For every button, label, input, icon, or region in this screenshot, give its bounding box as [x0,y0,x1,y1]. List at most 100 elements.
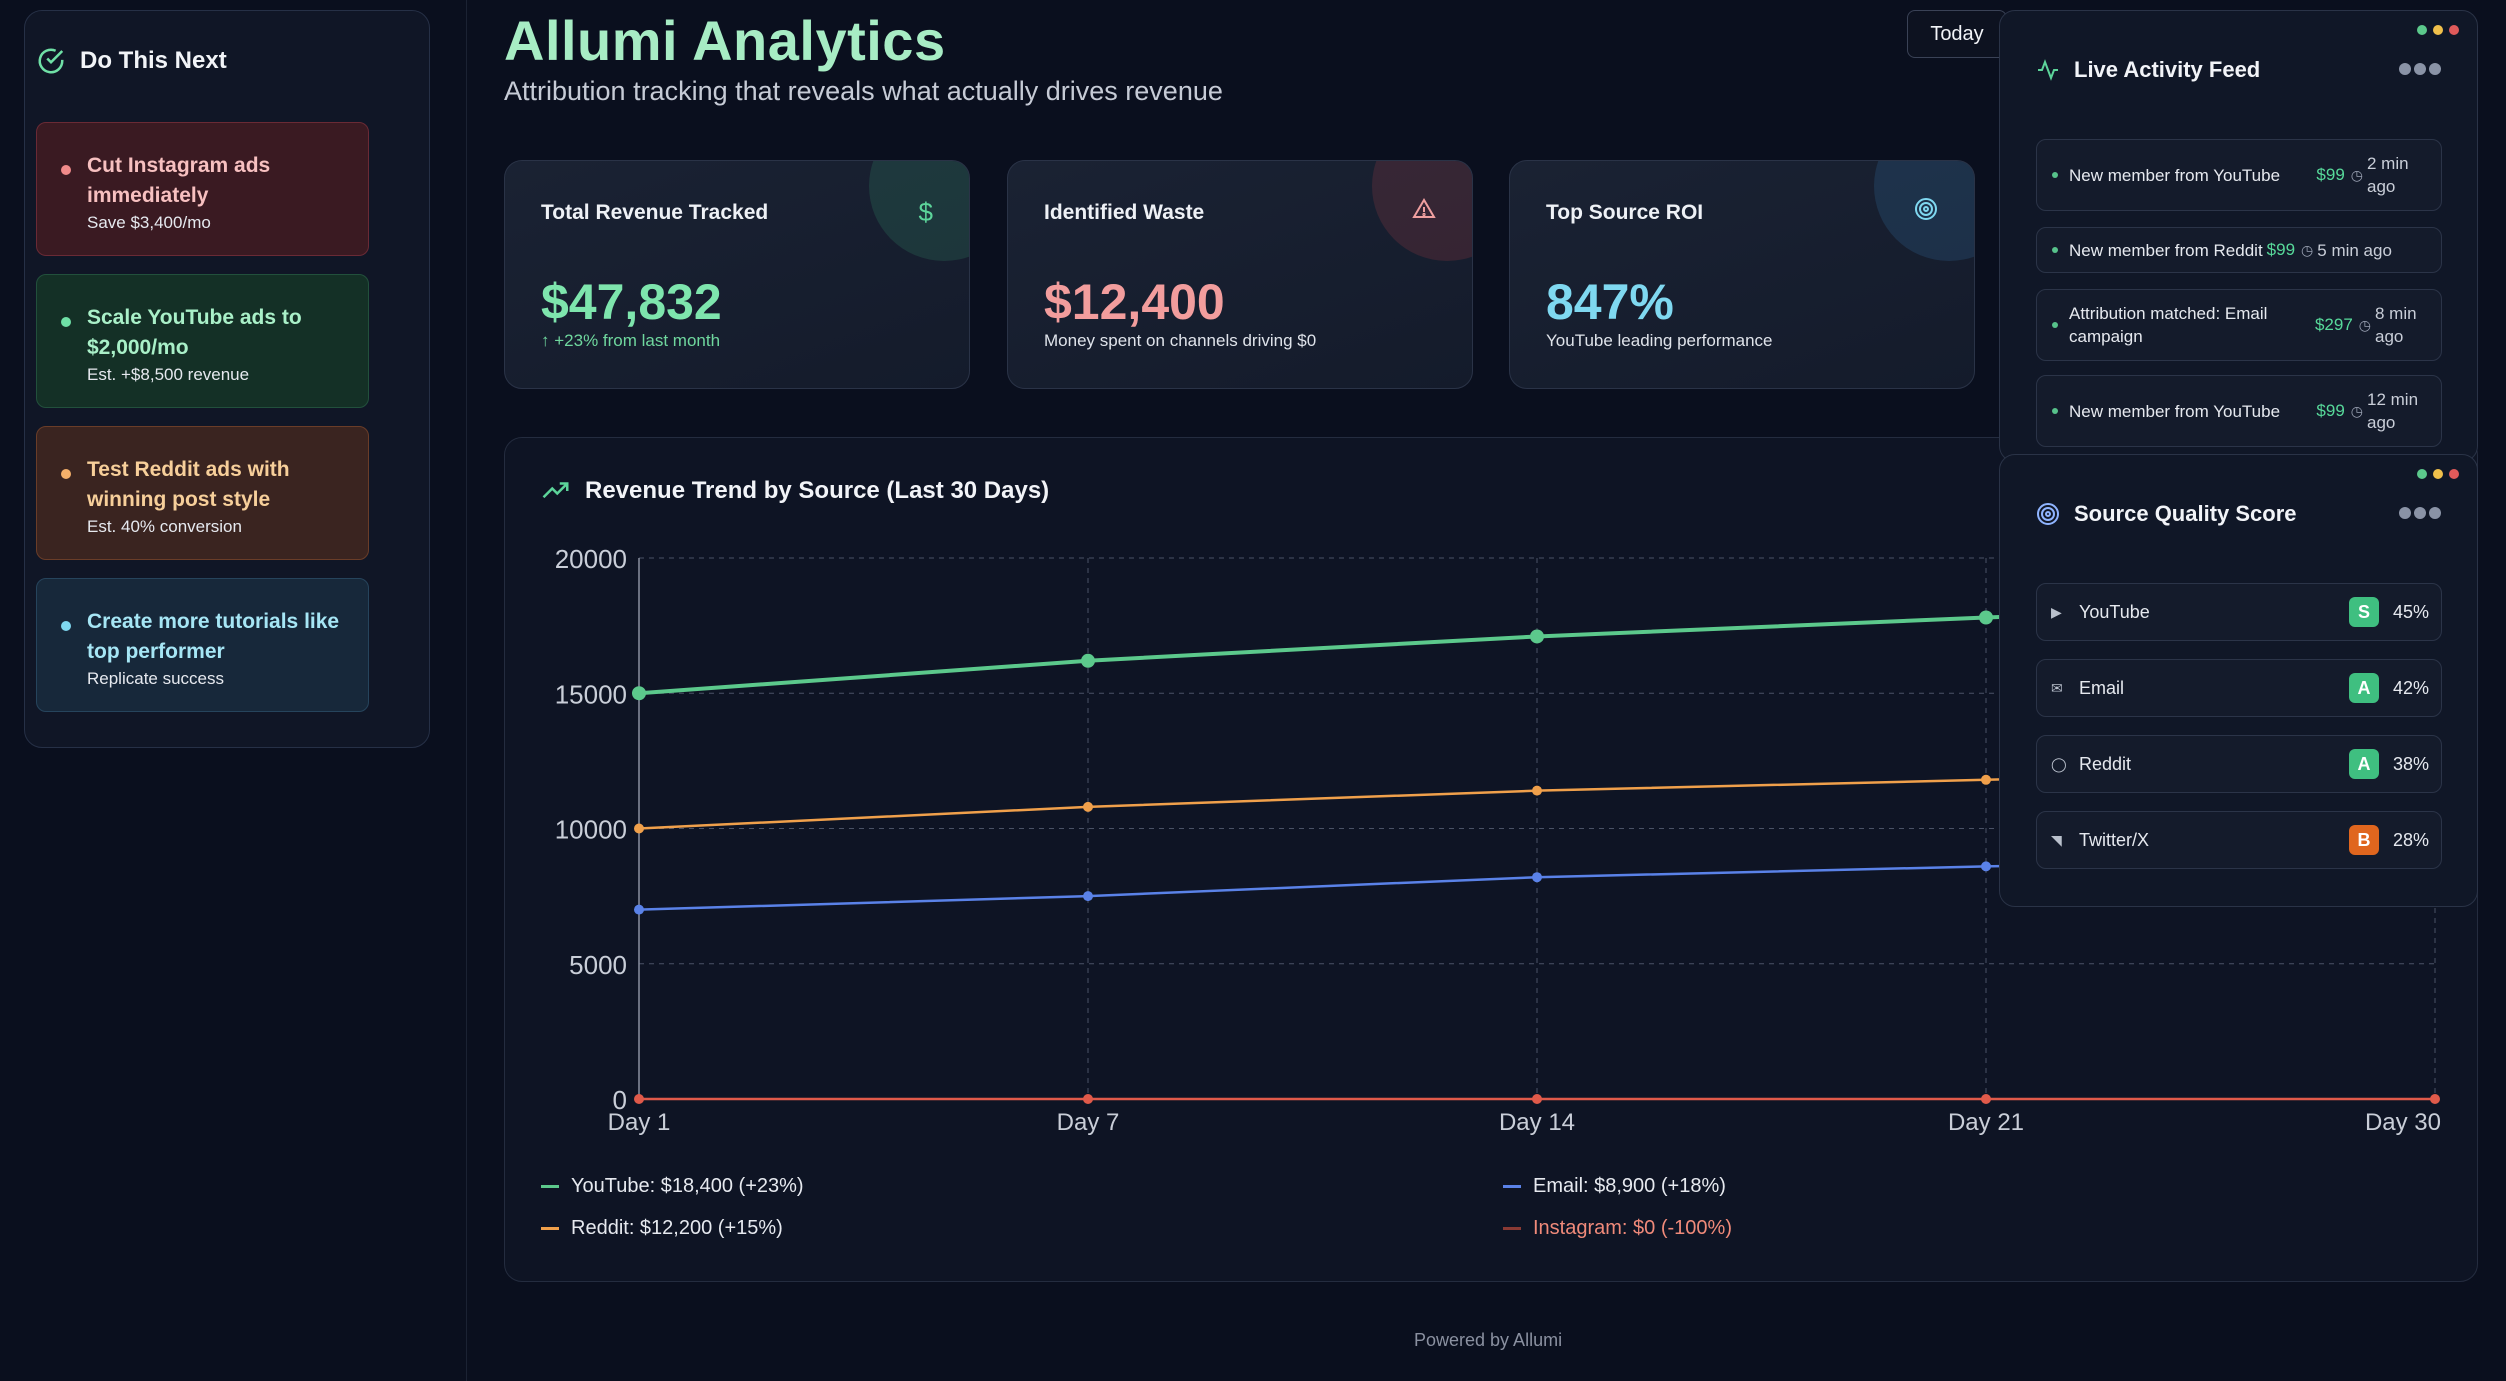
quality-percent: 28% [2392,829,2429,850]
status-dot [61,469,71,479]
footer-powered-by: Powered by Allumi [1414,1330,1563,1350]
x-tick-label: Day 14 [1499,1109,1575,1136]
legend-reddit[interactable]: Reddit: $12,200 (+15%) [541,1217,783,1240]
quality-percent: 42% [2392,677,2429,698]
next-item-scale-youtube[interactable]: Scale YouTube ads to $2,000/mo Est. +$8,… [36,274,369,408]
feed-time: 8 min ago [2375,304,2417,346]
kpi-value: $47,832 [541,274,722,330]
legend-label: Email: $8,900 (+18%) [1533,1175,1726,1197]
feed-item[interactable]: New member from YouTube $99 ◷ 2 min ago [2036,139,2442,211]
green-dot [2417,25,2427,35]
quality-item-twitter[interactable]: ◥ Twitter/X B 28% [2036,811,2442,869]
warning-icon [1412,197,1436,228]
clock-icon: ◷ [2350,402,2363,419]
more-options-icon[interactable] [2399,63,2441,75]
kpi-sub: ↑ +23% from last month [541,331,720,351]
feed-title-text: Live Activity Feed [2074,57,2261,82]
data-point-email [1981,861,1991,872]
feed-item[interactable]: New member from YouTube $99 ◷ 12 min ago [2036,375,2442,447]
legend-instagram[interactable]: Instagram: $0 (-100%) [1503,1217,1732,1240]
next-item-title: Cut Instagram ads immediately [87,154,271,207]
source-name: Twitter/X [2079,829,2150,850]
status-dot [2052,408,2058,414]
x-tick-label: Day 30 [2365,1109,2441,1136]
feed-message: New member from YouTube [2069,401,2281,421]
quality-item-reddit[interactable]: ◯ Reddit A 38% [2036,735,2442,793]
x-tick-label: Day 21 [1948,1109,2024,1136]
quality-percent: 45% [2392,601,2429,622]
next-item-title: Scale YouTube ads to $2,000/mo [87,306,302,359]
more-options-icon[interactable] [2399,507,2441,519]
data-point-youtube [1081,653,1095,668]
quality-item-email[interactable]: ✉ Email A 42% [2036,659,2442,717]
legend-swatch [541,1185,559,1188]
legend-swatch [541,1227,559,1230]
clock-icon: ◷ [2350,166,2363,183]
source-name: Reddit [2079,753,2132,774]
next-item-title: Test Reddit ads with winning post style [87,458,290,511]
legend-label: YouTube: $18,400 (+23%) [571,1175,804,1197]
twitter-icon: ◥ [2051,831,2062,848]
data-point-email [1532,872,1542,883]
grade-badge: B [2348,825,2379,855]
page-title: Allumi Analytics [504,9,946,72]
data-point-instagram [1981,1094,1991,1104]
feed-time: 12 min ago [2367,390,2419,432]
status-dot [61,317,71,327]
next-item-sub: Replicate success [87,669,225,688]
feed-item[interactable]: New member from Reddit $99 ◷ 5 min ago [2036,227,2442,273]
kpi-sub: YouTube leading performance [1546,331,1773,350]
status-dot [2052,322,2058,328]
feed-amount: $99 [2316,165,2345,184]
kpi-label: Identified Waste [1044,201,1205,224]
x-tick-label: Day 7 [1057,1109,1120,1136]
yellow-dot [2433,25,2443,35]
kpi-sub: Money spent on channels driving $0 [1044,331,1317,350]
quality-title-text: Source Quality Score [2074,501,2297,526]
green-dot [2417,469,2427,479]
target-icon [2037,503,2059,525]
feed-item[interactable]: Attribution matched: Email campaign $297… [2036,289,2442,361]
next-item-title: Create more tutorials like top performer [87,610,340,663]
data-point-reddit [634,823,644,834]
y-tick-label: 15000 [555,679,627,709]
x-tick-label: Day 1 [608,1109,671,1136]
next-item-create-tutorials[interactable]: Create more tutorials like top performer… [36,578,369,712]
today-button[interactable]: Today [1907,10,2007,58]
arrow-up-icon: ↑ [541,331,555,350]
y-tick-label: 10000 [555,815,627,845]
quality-item-youtube[interactable]: ▶ YouTube S 45% [2036,583,2442,641]
data-point-email [634,904,644,915]
sidebar: Do This Next Cut Instagram ads immediate… [0,0,467,1381]
live-activity-feed-panel: Live Activity Feed New member from YouTu… [1999,10,2478,462]
kpi-sub-text: +23% from last month [554,331,721,350]
legend-email[interactable]: Email: $8,900 (+18%) [1503,1175,1726,1198]
y-tick-label: 5000 [569,950,627,980]
next-item-cut-instagram[interactable]: Cut Instagram ads immediately Save $3,40… [36,122,369,256]
kpi-identified-waste: Identified Waste $12,400 Money spent on … [1007,160,1473,389]
data-point-reddit [1083,801,1093,812]
data-point-instagram [1532,1094,1542,1104]
do-this-next-label: Do This Next [80,47,227,74]
feed-time: 2 min ago [2367,154,2409,196]
clock-icon: ◷ [2358,316,2371,333]
mail-icon: ✉ [2051,679,2063,696]
next-item-sub: Save $3,400/mo [87,213,211,232]
activity-icon [2038,59,2058,81]
data-point-instagram [634,1094,644,1104]
dollar-icon: $ [918,197,933,227]
kpi-total-revenue: $ Total Revenue Tracked $47,832 ↑ +23% f… [504,160,970,389]
window-dots [2417,469,2459,479]
check-circle-icon [38,48,64,74]
next-item-test-reddit[interactable]: Test Reddit ads with winning post style … [36,426,369,560]
data-point-youtube [1979,610,1993,625]
legend-swatch [1503,1185,1521,1188]
quality-title: Source Quality Score [2036,501,2297,527]
yellow-dot [2433,469,2443,479]
grade-badge: A [2348,673,2379,703]
feed-amount: $99 [2316,401,2345,420]
status-dot [61,165,71,175]
legend-youtube[interactable]: YouTube: $18,400 (+23%) [541,1175,804,1198]
page-subtitle: Attribution tracking that reveals what a… [504,76,1223,106]
next-item-sub: Est. 40% conversion [87,517,242,536]
